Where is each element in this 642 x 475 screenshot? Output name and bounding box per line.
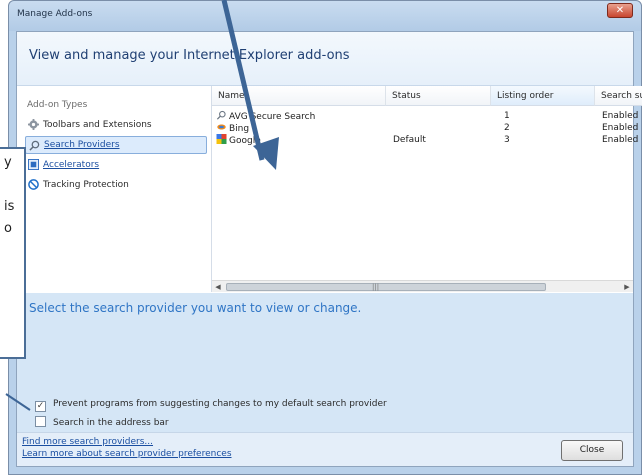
pointer-arrow-shaft (221, 0, 265, 161)
annotation-arrows (5, 0, 279, 411)
callout-leader-line (5, 393, 31, 411)
